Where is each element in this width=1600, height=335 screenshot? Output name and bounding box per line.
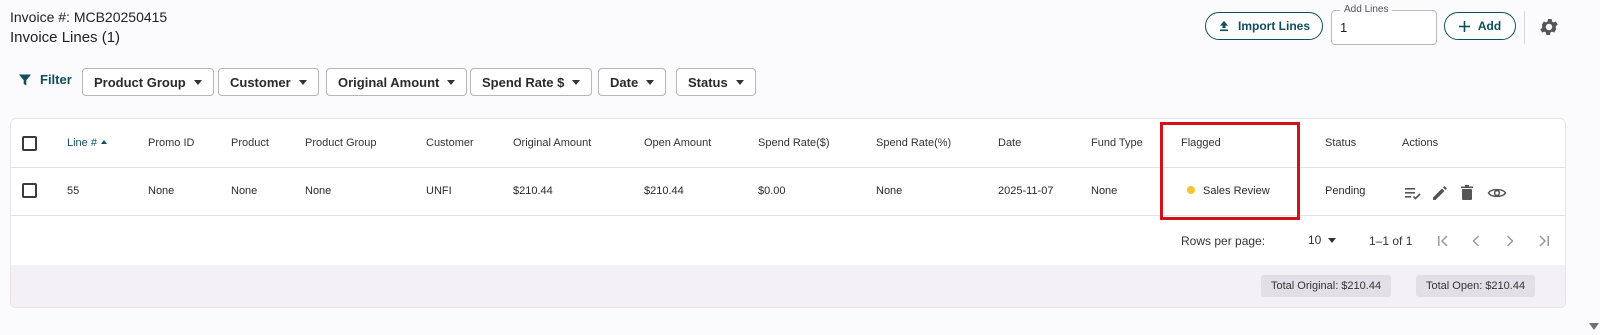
caret-down-icon (1328, 237, 1337, 243)
toolbar-divider (1524, 11, 1525, 44)
scroll-down-arrow[interactable] (1589, 323, 1599, 330)
chip-label: Product Group (94, 74, 186, 90)
filter-chip-customer[interactable]: Customer (218, 68, 319, 96)
column-header-customer[interactable]: Customer (426, 137, 474, 149)
filter-chip-spend-rate[interactable]: Spend Rate $ (470, 68, 593, 96)
add-button[interactable]: Add (1444, 12, 1516, 40)
pagination-range: 1–1 of 1 (1369, 234, 1413, 248)
add-label: Add (1477, 19, 1502, 33)
view-icon[interactable] (1487, 183, 1507, 203)
cell-open-amount: $210.44 (644, 185, 684, 197)
add-lines-field[interactable]: Add Lines (1331, 4, 1437, 45)
caret-down-icon (447, 79, 456, 85)
gear-icon[interactable] (1538, 16, 1560, 38)
total-original-badge: Total Original: $210.44 (1261, 275, 1392, 297)
caret-down-icon (735, 79, 744, 85)
column-header-spend-rate-pct[interactable]: Spend Rate(%) (876, 137, 951, 149)
section-title: Invoice Lines (1) (10, 29, 121, 46)
column-header-actions: Actions (1402, 137, 1439, 149)
row-checkbox[interactable] (22, 183, 37, 198)
rows-per-page-select[interactable]: 10 (1308, 233, 1337, 247)
filter-chip-date[interactable]: Date (598, 68, 667, 96)
first-page-icon[interactable] (1434, 232, 1452, 250)
chip-label: Customer (230, 74, 291, 90)
last-page-icon[interactable] (1535, 232, 1553, 250)
caret-down-icon (193, 79, 202, 85)
cell-spend-rate-pct: None (876, 185, 903, 197)
column-header-fund-type[interactable]: Fund Type (1091, 137, 1143, 149)
chip-label: Original Amount (338, 74, 440, 90)
review-list-icon[interactable] (1403, 183, 1423, 203)
cell-promo-id: None (148, 185, 175, 197)
filter-label: Filter (40, 72, 72, 87)
flag-dot-icon (1187, 186, 1195, 194)
cell-status: Pending (1325, 185, 1366, 197)
delete-icon[interactable] (1457, 183, 1477, 203)
column-header-product[interactable]: Product (231, 137, 269, 149)
rows-per-page-value: 10 (1308, 233, 1322, 247)
column-header-original-amount[interactable]: Original Amount (513, 137, 591, 149)
column-header-spend-rate-dollar[interactable]: Spend Rate($) (758, 137, 830, 149)
column-header-product-group[interactable]: Product Group (305, 137, 377, 149)
import-lines-label: Import Lines (1237, 19, 1310, 33)
filter-button[interactable]: Filter (18, 72, 72, 87)
sort-ascending-icon (100, 140, 107, 144)
cell-original-amount: $210.44 (513, 185, 553, 197)
filter-chip-original-amount[interactable]: Original Amount (326, 68, 468, 96)
row-divider (11, 215, 1565, 216)
flagged-label: Sales Review (1203, 185, 1270, 197)
upload-icon (1219, 21, 1228, 32)
funnel-icon (19, 74, 31, 85)
caret-down-icon (646, 79, 655, 85)
column-header-line[interactable]: Line # (67, 137, 107, 149)
import-lines-button[interactable]: Import Lines (1205, 12, 1323, 40)
filter-chip-product-group[interactable]: Product Group (82, 68, 214, 96)
total-open-badge: Total Open: $210.44 (1416, 275, 1536, 297)
caret-down-icon (298, 79, 307, 85)
plus-icon (1458, 20, 1470, 32)
cell-date: 2025-11-07 (998, 185, 1054, 197)
column-header-label: Line # (67, 137, 97, 149)
rows-per-page-label: Rows per page: (1181, 234, 1266, 248)
cell-flagged: Sales Review (1187, 185, 1270, 197)
next-page-icon[interactable] (1501, 232, 1519, 250)
add-lines-legend: Add Lines (1340, 4, 1393, 15)
column-header-flagged[interactable]: Flagged (1181, 137, 1221, 149)
cell-line: 55 (67, 185, 80, 197)
cell-product-group: None (305, 185, 332, 197)
column-header-status[interactable]: Status (1325, 137, 1356, 149)
row-divider (11, 167, 1565, 168)
select-all-checkbox[interactable] (22, 136, 37, 151)
previous-page-icon[interactable] (1467, 232, 1485, 250)
add-lines-input[interactable] (1340, 20, 1430, 35)
chip-label: Status (688, 74, 728, 90)
chip-label: Date (610, 74, 639, 90)
cell-customer: UNFI (426, 185, 452, 197)
edit-icon[interactable] (1430, 183, 1450, 203)
cell-fund-type: None (1091, 185, 1118, 197)
invoice-number: Invoice #: MCB20250415 (10, 9, 168, 25)
chip-label: Spend Rate $ (482, 74, 565, 90)
cell-product: None (231, 185, 258, 197)
column-header-promo-id[interactable]: Promo ID (148, 137, 194, 149)
column-header-date[interactable]: Date (998, 137, 1021, 149)
caret-down-icon (572, 79, 581, 85)
filter-chip-status[interactable]: Status (676, 68, 756, 96)
cell-spend-rate-dollar: $0.00 (758, 185, 786, 197)
column-header-open-amount[interactable]: Open Amount (644, 137, 711, 149)
